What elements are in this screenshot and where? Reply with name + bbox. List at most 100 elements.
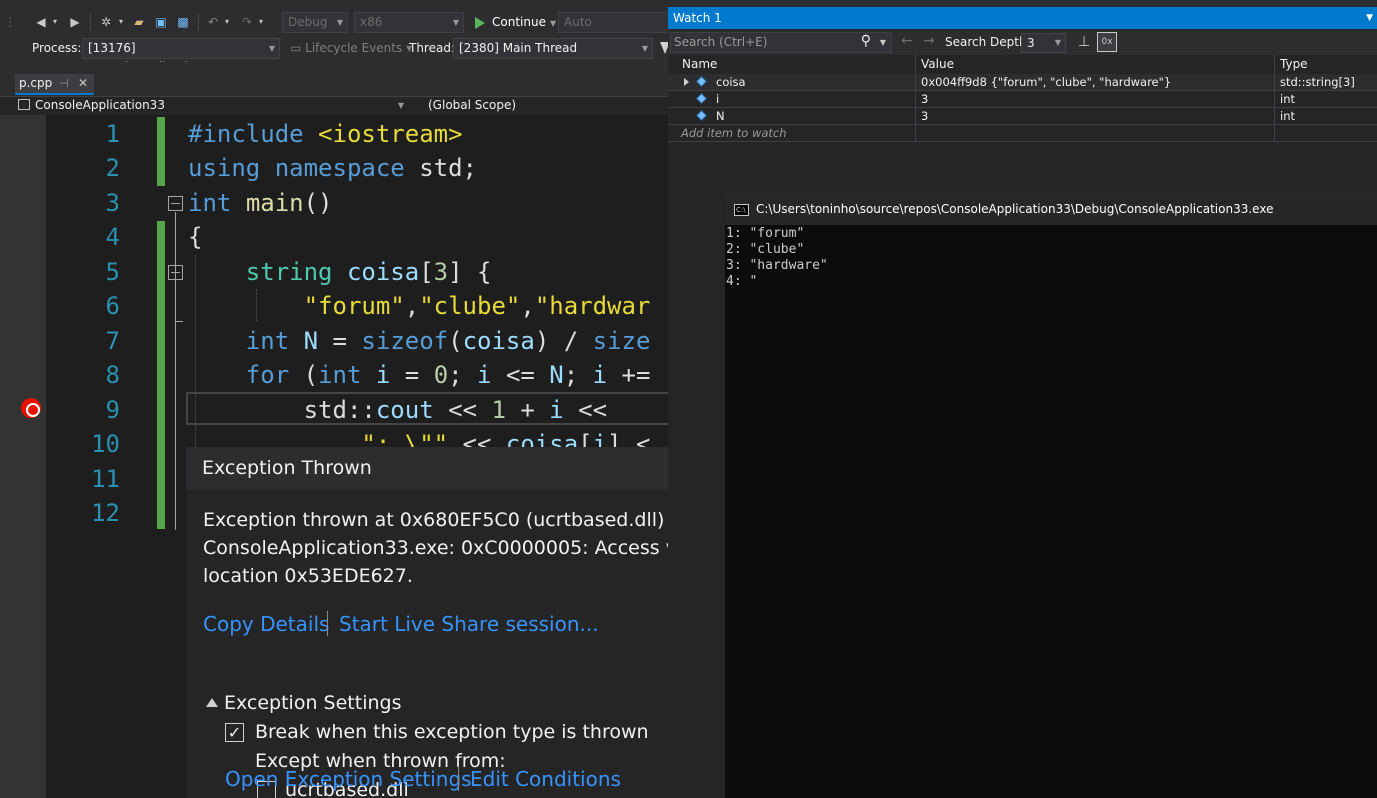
copy-details-link[interactable]: Copy Details [203,612,329,636]
edit-conditions-link[interactable]: Edit Conditions [470,767,621,791]
keyword: for [245,361,290,389]
watch-top-strip [668,0,1377,7]
console-line: 1: "forum" [726,226,805,241]
exception-message-line: Exception thrown at 0x680EF5C0 (ucrtbase… [203,509,668,531]
number: 0 [433,361,449,389]
open-exception-settings-link[interactable]: Open Exception Settings [225,767,472,791]
watch-toolbar: Search (Ctrl+E) ⚲ ▼ ← → Search Depth: 3 ▼… [668,30,1377,55]
thread-dropdown[interactable]: [2380] Main Thread ▼ [453,38,653,59]
line-number: 9 [105,396,120,424]
watch-search-input[interactable]: Search (Ctrl+E) ⚲ ▼ [670,32,892,53]
line-number: 7 [105,327,120,355]
console-line: 4: " [726,274,758,289]
exception-body: Exception thrown at 0x680EF5C0 (ucrtbase… [186,490,668,798]
variable-icon [696,76,707,87]
solution-config-dropdown[interactable]: Debug ▼ [282,12,348,33]
auto-dropdown[interactable]: Auto [558,12,668,33]
line-number: 8 [105,361,120,389]
platform-dropdown[interactable]: x86 ▼ [354,12,464,33]
console-output[interactable]: 1: "forum" 2: "clube" 3: "hardware" 4: " [725,225,1377,798]
watch-name-cell: coisa [668,74,916,90]
close-icon[interactable]: ✕ [78,74,88,93]
watch-row[interactable]: i 3 int [668,91,1377,108]
redo-dropdown-icon[interactable]: ▾ [256,12,266,32]
exception-icon [21,398,41,418]
project-dropdown[interactable]: ConsoleApplication33 ▼ [18,97,408,115]
arrow-left-icon[interactable]: ← [901,33,913,49]
add-item-to-watch[interactable]: Add item to watch [681,125,787,141]
console-line: 3: "hardware" [726,258,828,273]
process-dropdown[interactable]: [13176] ConsoleApplication33.exe▼ [82,38,280,74]
fold-end [175,321,183,322]
watch-value-cell [916,125,1275,141]
chevron-down-icon: ▼ [1054,38,1061,47]
console-window[interactable]: C:\ C:\Users\toninho\source\repos\Consol… [725,194,1377,798]
watch-variable-name: N [716,109,725,123]
add-watch-row[interactable]: Add item to watch [668,125,1377,142]
code-editor[interactable]: 1 2 3 4 5 6 7 8 9 10 11 12 #include <ios… [0,115,668,798]
column-header-value[interactable]: Value [916,55,1275,74]
variable-name: N [303,327,319,355]
chevron-down-icon[interactable]: ▼ [550,19,556,28]
pin-icon[interactable]: ⊥ [1078,34,1090,50]
collapse-triangle-icon [206,698,218,707]
change-marker [157,221,165,529]
watch-row[interactable]: coisa 0x004ff9d8 {"forum", "clube", "har… [668,74,1377,91]
auto-value: Auto [564,15,592,29]
undo-icon[interactable]: ↶ [204,12,222,32]
scope-dropdown[interactable]: (Global Scope) [428,97,516,114]
undo-dropdown-icon[interactable]: ▾ [222,12,232,32]
chevron-down-icon[interactable]: ▼ [1366,7,1373,29]
save-icon[interactable]: ▣ [152,12,170,32]
toolbar-separator [90,13,91,31]
new-dropdown-icon[interactable]: ▾ [116,12,126,32]
continue-button[interactable]: Continue ▼ [472,12,556,33]
tab-p-cpp[interactable]: p.cpp ⊣ ✕ [15,74,94,95]
keyword: int [245,327,290,355]
watch-title-bar[interactable]: Watch 1 ▼ [668,7,1377,29]
hex-display-icon[interactable]: 0x [1097,32,1117,52]
exception-settings-header[interactable]: Exception Settings [206,692,401,714]
variable-name: i [375,361,391,389]
arrow-right-icon[interactable]: → [923,33,935,49]
search-depth-label: Search Depth: [945,35,1031,49]
column-header-type[interactable]: Type [1275,55,1377,74]
break-when-thrown-checkbox[interactable]: ✓ [225,723,244,742]
thread-label: Thread: [409,41,456,55]
watch-value-cell[interactable]: 0x004ff9d8 {"forum", "clube", "hardware"… [916,74,1275,90]
solution-config-value: Debug [288,15,328,29]
redo-icon[interactable]: ↷ [238,12,256,32]
navigation-bar: ConsoleApplication33 ▼ (Global Scope) [0,96,668,115]
collapse-icon[interactable] [168,196,183,211]
glyph-margin[interactable] [0,115,46,798]
keyword: size [592,327,651,355]
open-folder-icon[interactable]: ▰ [130,12,148,32]
grip-icon: ⋮ [4,15,16,29]
exception-message: Exception thrown at 0x680EF5C0 (ucrtbase… [203,506,668,590]
search-icon[interactable]: ⚲ [861,32,871,51]
chevron-down-icon[interactable]: ▼ [880,33,886,52]
pin-icon[interactable]: ⊣ [59,74,69,93]
number: 1 [491,396,506,424]
code-line-4: { [188,223,203,251]
line-number: 10 [91,430,120,458]
expand-icon[interactable] [684,78,689,86]
keyword: int [188,189,232,217]
watch-row[interactable]: N 3 int [668,108,1377,125]
column-header-name[interactable]: Name [668,55,916,74]
save-all-icon[interactable]: ▩ [174,12,192,32]
new-project-icon[interactable]: ✲ [96,12,116,32]
lifecycle-events-button[interactable]: ▭ Lifecycle Events ▾ [290,41,412,55]
search-depth-dropdown[interactable]: 3 ▼ [1021,33,1066,53]
continue-label: Continue [492,15,546,29]
watch-name-cell: Add item to watch [668,125,916,141]
back-icon[interactable]: ◀ [32,12,50,32]
forward-icon[interactable]: ▶ [66,12,84,32]
start-live-share-link[interactable]: Start Live Share session... [339,612,599,636]
number: 3 [433,258,449,286]
console-title-bar[interactable]: C:\ C:\Users\toninho\source\repos\Consol… [725,194,1377,225]
watch-value-cell[interactable]: 3 [916,91,1275,107]
watch-value-cell[interactable]: 3 [916,108,1275,124]
fold-line [175,212,176,530]
back-dropdown-icon[interactable]: ▾ [50,12,60,32]
